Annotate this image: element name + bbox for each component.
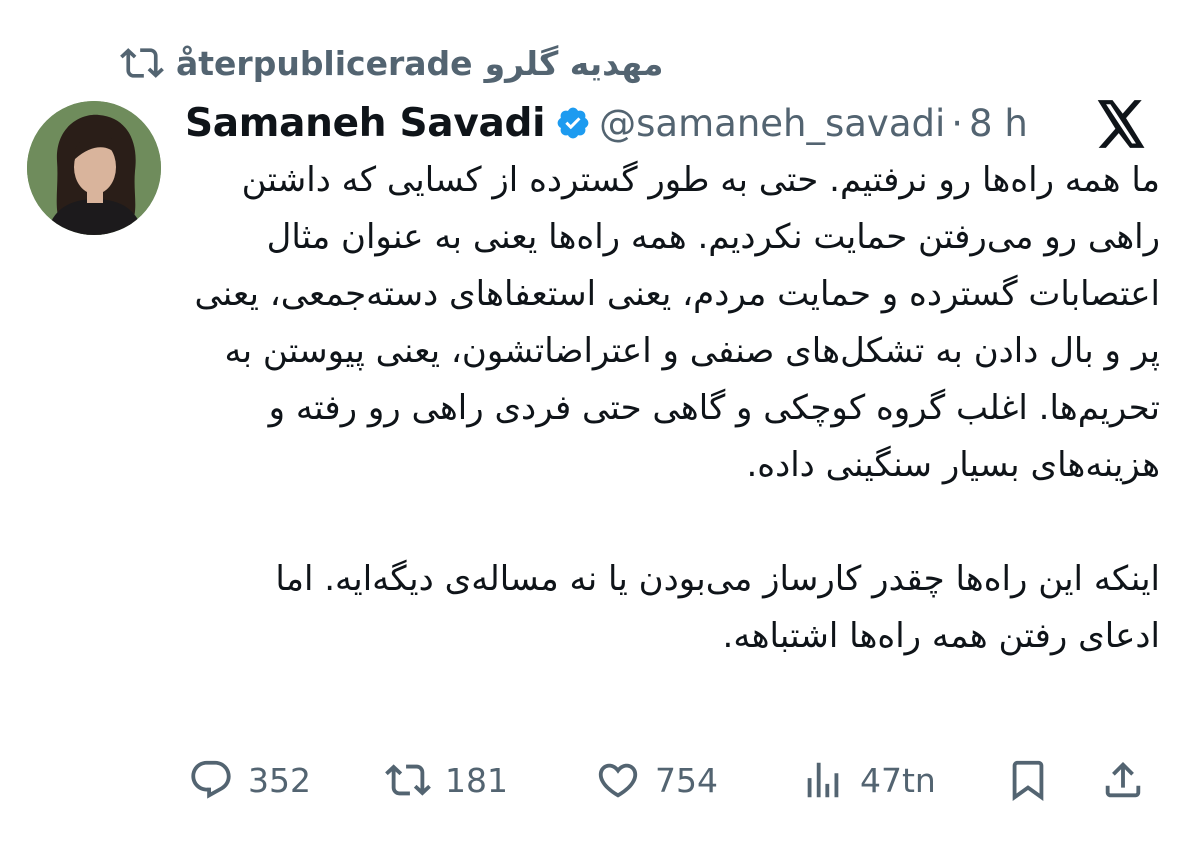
- repost-label: återpublicerade: [176, 43, 473, 83]
- like-button[interactable]: 754: [595, 757, 718, 803]
- reply-icon: [191, 760, 231, 799]
- tweet-paragraph-1: ما همه راه‌ها رو نرفتیم. حتی به طور گستر…: [194, 160, 1160, 485]
- tweet-text: ما همه راه‌ها رو نرفتیم. حتی به طور گستر…: [185, 152, 1160, 665]
- action-bar: 352 181 754 47tn: [185, 752, 1160, 808]
- separator-dot: ·: [951, 101, 964, 145]
- views-count: 47tn: [860, 760, 936, 800]
- avatar-photo: [27, 101, 161, 235]
- repost-icon: [120, 48, 164, 78]
- reply-count: 352: [248, 760, 311, 800]
- bookmark-icon: [1012, 760, 1044, 801]
- share-button[interactable]: [1100, 757, 1146, 803]
- tweet-time[interactable]: 8 h: [969, 102, 1028, 145]
- reposter-name[interactable]: مهدیه گلرو: [485, 44, 664, 83]
- repost-count: 181: [445, 760, 508, 800]
- heart-icon: [598, 763, 638, 798]
- verified-badge-icon: [557, 107, 589, 139]
- repost-icon: [385, 764, 431, 796]
- views-button[interactable]: 47tn: [800, 757, 936, 803]
- repost-button[interactable]: 181: [385, 757, 508, 803]
- views-chart-icon: [807, 762, 839, 798]
- bookmark-button[interactable]: [1005, 757, 1051, 803]
- like-count: 754: [655, 760, 718, 800]
- repost-header[interactable]: återpublicerade مهدیه گلرو: [120, 38, 663, 88]
- tweet-paragraph-2: اینکه این راه‌ها چقدر کارساز می‌بودن یا …: [275, 559, 1160, 656]
- reply-button[interactable]: 352: [188, 757, 311, 803]
- author-handle[interactable]: @samaneh_savadi: [599, 102, 945, 145]
- share-icon: [1105, 761, 1141, 798]
- tweet-header: Samaneh Savadi @samaneh_savadi · 8 h: [185, 95, 1028, 151]
- x-logo-icon: [1097, 100, 1145, 148]
- avatar[interactable]: [27, 101, 161, 235]
- author-name[interactable]: Samaneh Savadi: [185, 101, 545, 146]
